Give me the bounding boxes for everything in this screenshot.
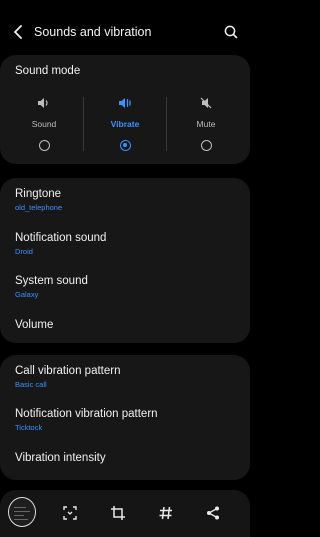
ringtone-value: old_telephone xyxy=(15,203,63,212)
call-vibration-pattern-title: Call vibration pattern xyxy=(15,365,121,377)
share-icon[interactable] xyxy=(200,500,226,526)
ringtone-title: Ringtone xyxy=(15,188,62,200)
mute-radio[interactable] xyxy=(200,140,212,151)
vibrate-radio[interactable] xyxy=(119,140,131,151)
call-vibration-pattern-value: Basic call xyxy=(15,380,47,389)
sound-mode-mute-label: Mute xyxy=(196,119,216,129)
notification-vibration-pattern-title: Notification vibration pattern xyxy=(15,408,158,420)
sound-mode-vibrate[interactable]: Vibrate xyxy=(95,95,155,151)
sound-mode-card: Sound mode Sound Vibrate Mute xyxy=(0,55,250,164)
sound-radio[interactable] xyxy=(38,140,50,151)
notification-sound-value: Droid xyxy=(15,247,33,256)
search-icon[interactable] xyxy=(222,22,240,42)
ringtone-item[interactable]: Ringtone old_telephone xyxy=(15,188,235,212)
system-sound-title: System sound xyxy=(15,275,88,287)
scroll-capture-icon[interactable] xyxy=(57,500,83,526)
notification-sound-item[interactable]: Notification sound Droid xyxy=(15,232,235,256)
speaker-icon xyxy=(14,95,74,111)
sound-mode-sound-label: Sound xyxy=(31,119,57,129)
volume-item[interactable]: Volume xyxy=(15,319,235,331)
sound-mode-mute[interactable]: Mute xyxy=(176,95,236,151)
sound-mode-sound[interactable]: Sound xyxy=(14,95,74,151)
notification-sound-title: Notification sound xyxy=(15,232,107,244)
notification-vibration-pattern-value: Ticktock xyxy=(15,423,43,432)
sound-settings-card: Ringtone old_telephone Notification soun… xyxy=(0,178,250,343)
back-arrow-icon[interactable] xyxy=(10,22,28,42)
notification-vibration-pattern-item[interactable]: Notification vibration pattern Ticktock xyxy=(15,408,235,432)
vibration-intensity-item[interactable]: Vibration intensity xyxy=(15,452,235,464)
tag-icon[interactable] xyxy=(153,500,179,526)
screenshot-thumbnail[interactable] xyxy=(8,497,36,527)
sound-mode-vibrate-label: Vibrate xyxy=(110,119,140,129)
crop-icon[interactable] xyxy=(105,500,131,526)
divider xyxy=(83,97,84,151)
system-sound-item[interactable]: System sound Galaxy xyxy=(15,275,235,299)
page-title: Sounds and vibration xyxy=(34,25,152,39)
vibrate-icon xyxy=(95,95,155,111)
screenshot-toolbar xyxy=(0,490,250,537)
volume-title: Volume xyxy=(15,319,54,331)
vibration-intensity-title: Vibration intensity xyxy=(15,452,106,464)
mute-icon xyxy=(176,95,236,111)
divider xyxy=(166,97,167,151)
call-vibration-pattern-item[interactable]: Call vibration pattern Basic call xyxy=(15,365,235,389)
system-sound-value: Galaxy xyxy=(15,290,39,299)
vibration-settings-card: Call vibration pattern Basic call Notifi… xyxy=(0,355,250,480)
sound-mode-title: Sound mode xyxy=(15,65,81,77)
